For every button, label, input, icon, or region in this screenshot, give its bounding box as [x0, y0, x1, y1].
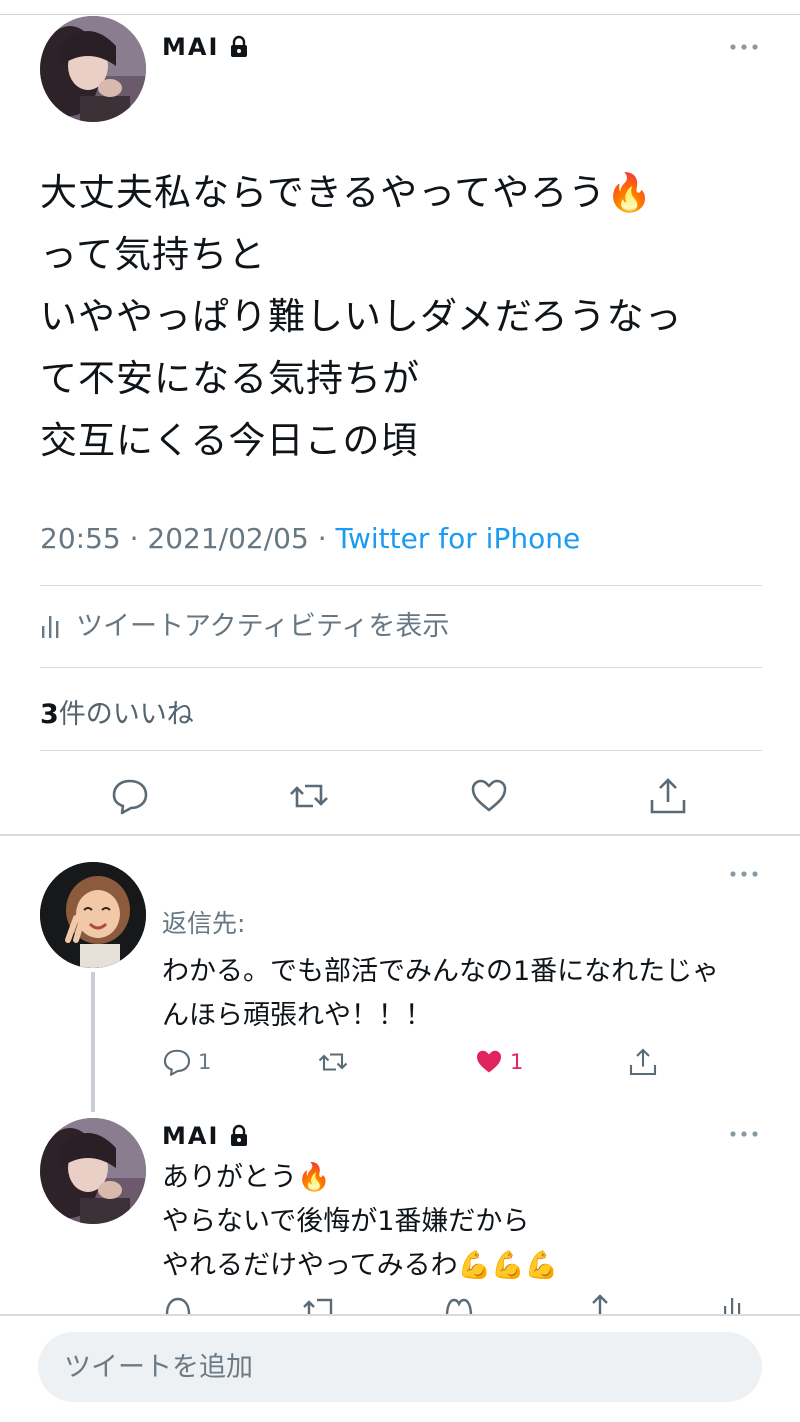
share-icon[interactable]	[588, 1294, 612, 1316]
divider	[40, 585, 762, 586]
like-action[interactable]: 1	[474, 1045, 523, 1079]
tweet-meta: 20:55 · 2021/02/05 · Twitter for iPhone	[40, 522, 580, 555]
share-icon[interactable]	[648, 776, 688, 816]
heart-filled-icon	[477, 1050, 501, 1073]
author-name-text: MAI	[162, 1122, 220, 1150]
reply-action[interactable]: 1	[162, 1045, 211, 1079]
activity-label: ツイートアクティビティを表示	[76, 611, 450, 642]
author-name-text: MAI	[162, 33, 220, 61]
likes-number: 3	[40, 699, 59, 730]
thread-line	[91, 972, 95, 1112]
share-icon	[629, 1048, 657, 1076]
likes-count[interactable]: 3件のいいね	[40, 692, 194, 731]
lock-icon	[231, 35, 248, 57]
reply-to-label: 返信先:	[162, 909, 246, 938]
likes-label: 件のいいね	[58, 699, 194, 730]
section-divider	[0, 834, 800, 836]
more-options-icon[interactable]	[728, 869, 760, 879]
retweet-icon[interactable]	[303, 1296, 337, 1316]
meta-separator: ·	[317, 522, 336, 555]
top-divider	[0, 14, 800, 15]
replier-avatar[interactable]	[40, 862, 146, 968]
reply-text: ありがとう🔥 やらないで後悔が1番嫌だから やれるだけやってみるわ💪💪💪	[162, 1162, 559, 1281]
add-tweet-input[interactable]	[38, 1332, 762, 1402]
more-options-icon[interactable]	[728, 1129, 760, 1139]
meta-separator: ·	[129, 522, 148, 555]
retweet-icon	[318, 1053, 348, 1071]
author-avatar[interactable]	[40, 16, 146, 122]
reply-count: 1	[198, 1050, 212, 1074]
tweet-time: 20:55	[40, 522, 121, 555]
reply-icon	[163, 1049, 191, 1076]
author-avatar[interactable]	[40, 1118, 146, 1224]
lock-icon	[231, 1124, 248, 1146]
tweet-text: 大丈夫私ならできるやってやろう🔥 って気持ちと いややっぱり難しいしダメだろうな…	[40, 171, 683, 462]
heart-icon[interactable]	[444, 1296, 474, 1316]
reply-icon[interactable]	[110, 776, 150, 816]
reply-icon[interactable]	[164, 1296, 192, 1316]
retweet-icon[interactable]	[289, 776, 329, 816]
like-count: 1	[510, 1050, 524, 1074]
analytics-icon	[42, 615, 59, 638]
view-tweet-activity[interactable]: ツイートアクティビティを表示	[40, 604, 449, 643]
tweet-date: 2021/02/05	[147, 522, 309, 555]
author-name[interactable]: MAI	[162, 33, 251, 61]
retweet-action[interactable]	[318, 1045, 348, 1079]
divider	[40, 750, 762, 751]
reply-text: わかる。でも部活でみんなの1番になれたじゃ んほら頑張れや！！！	[162, 956, 720, 1031]
share-action[interactable]	[628, 1045, 658, 1079]
divider	[40, 667, 762, 668]
author-name[interactable]: MAI	[162, 1122, 251, 1150]
heart-icon[interactable]	[469, 776, 509, 816]
more-options-icon[interactable]	[728, 42, 760, 52]
tweet-source-link[interactable]: Twitter for iPhone	[336, 522, 581, 555]
